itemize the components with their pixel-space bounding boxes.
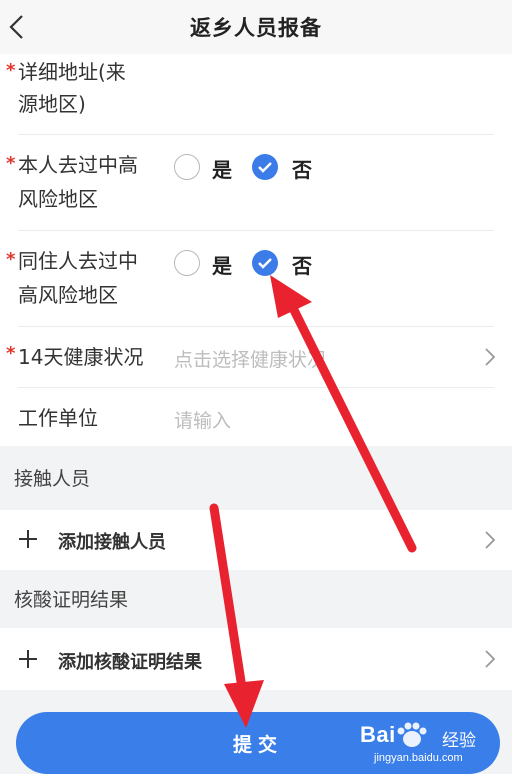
annotation-arrows (209, 275, 417, 728)
arrow-to-radio (270, 275, 417, 553)
arrow-to-submit (209, 503, 264, 728)
